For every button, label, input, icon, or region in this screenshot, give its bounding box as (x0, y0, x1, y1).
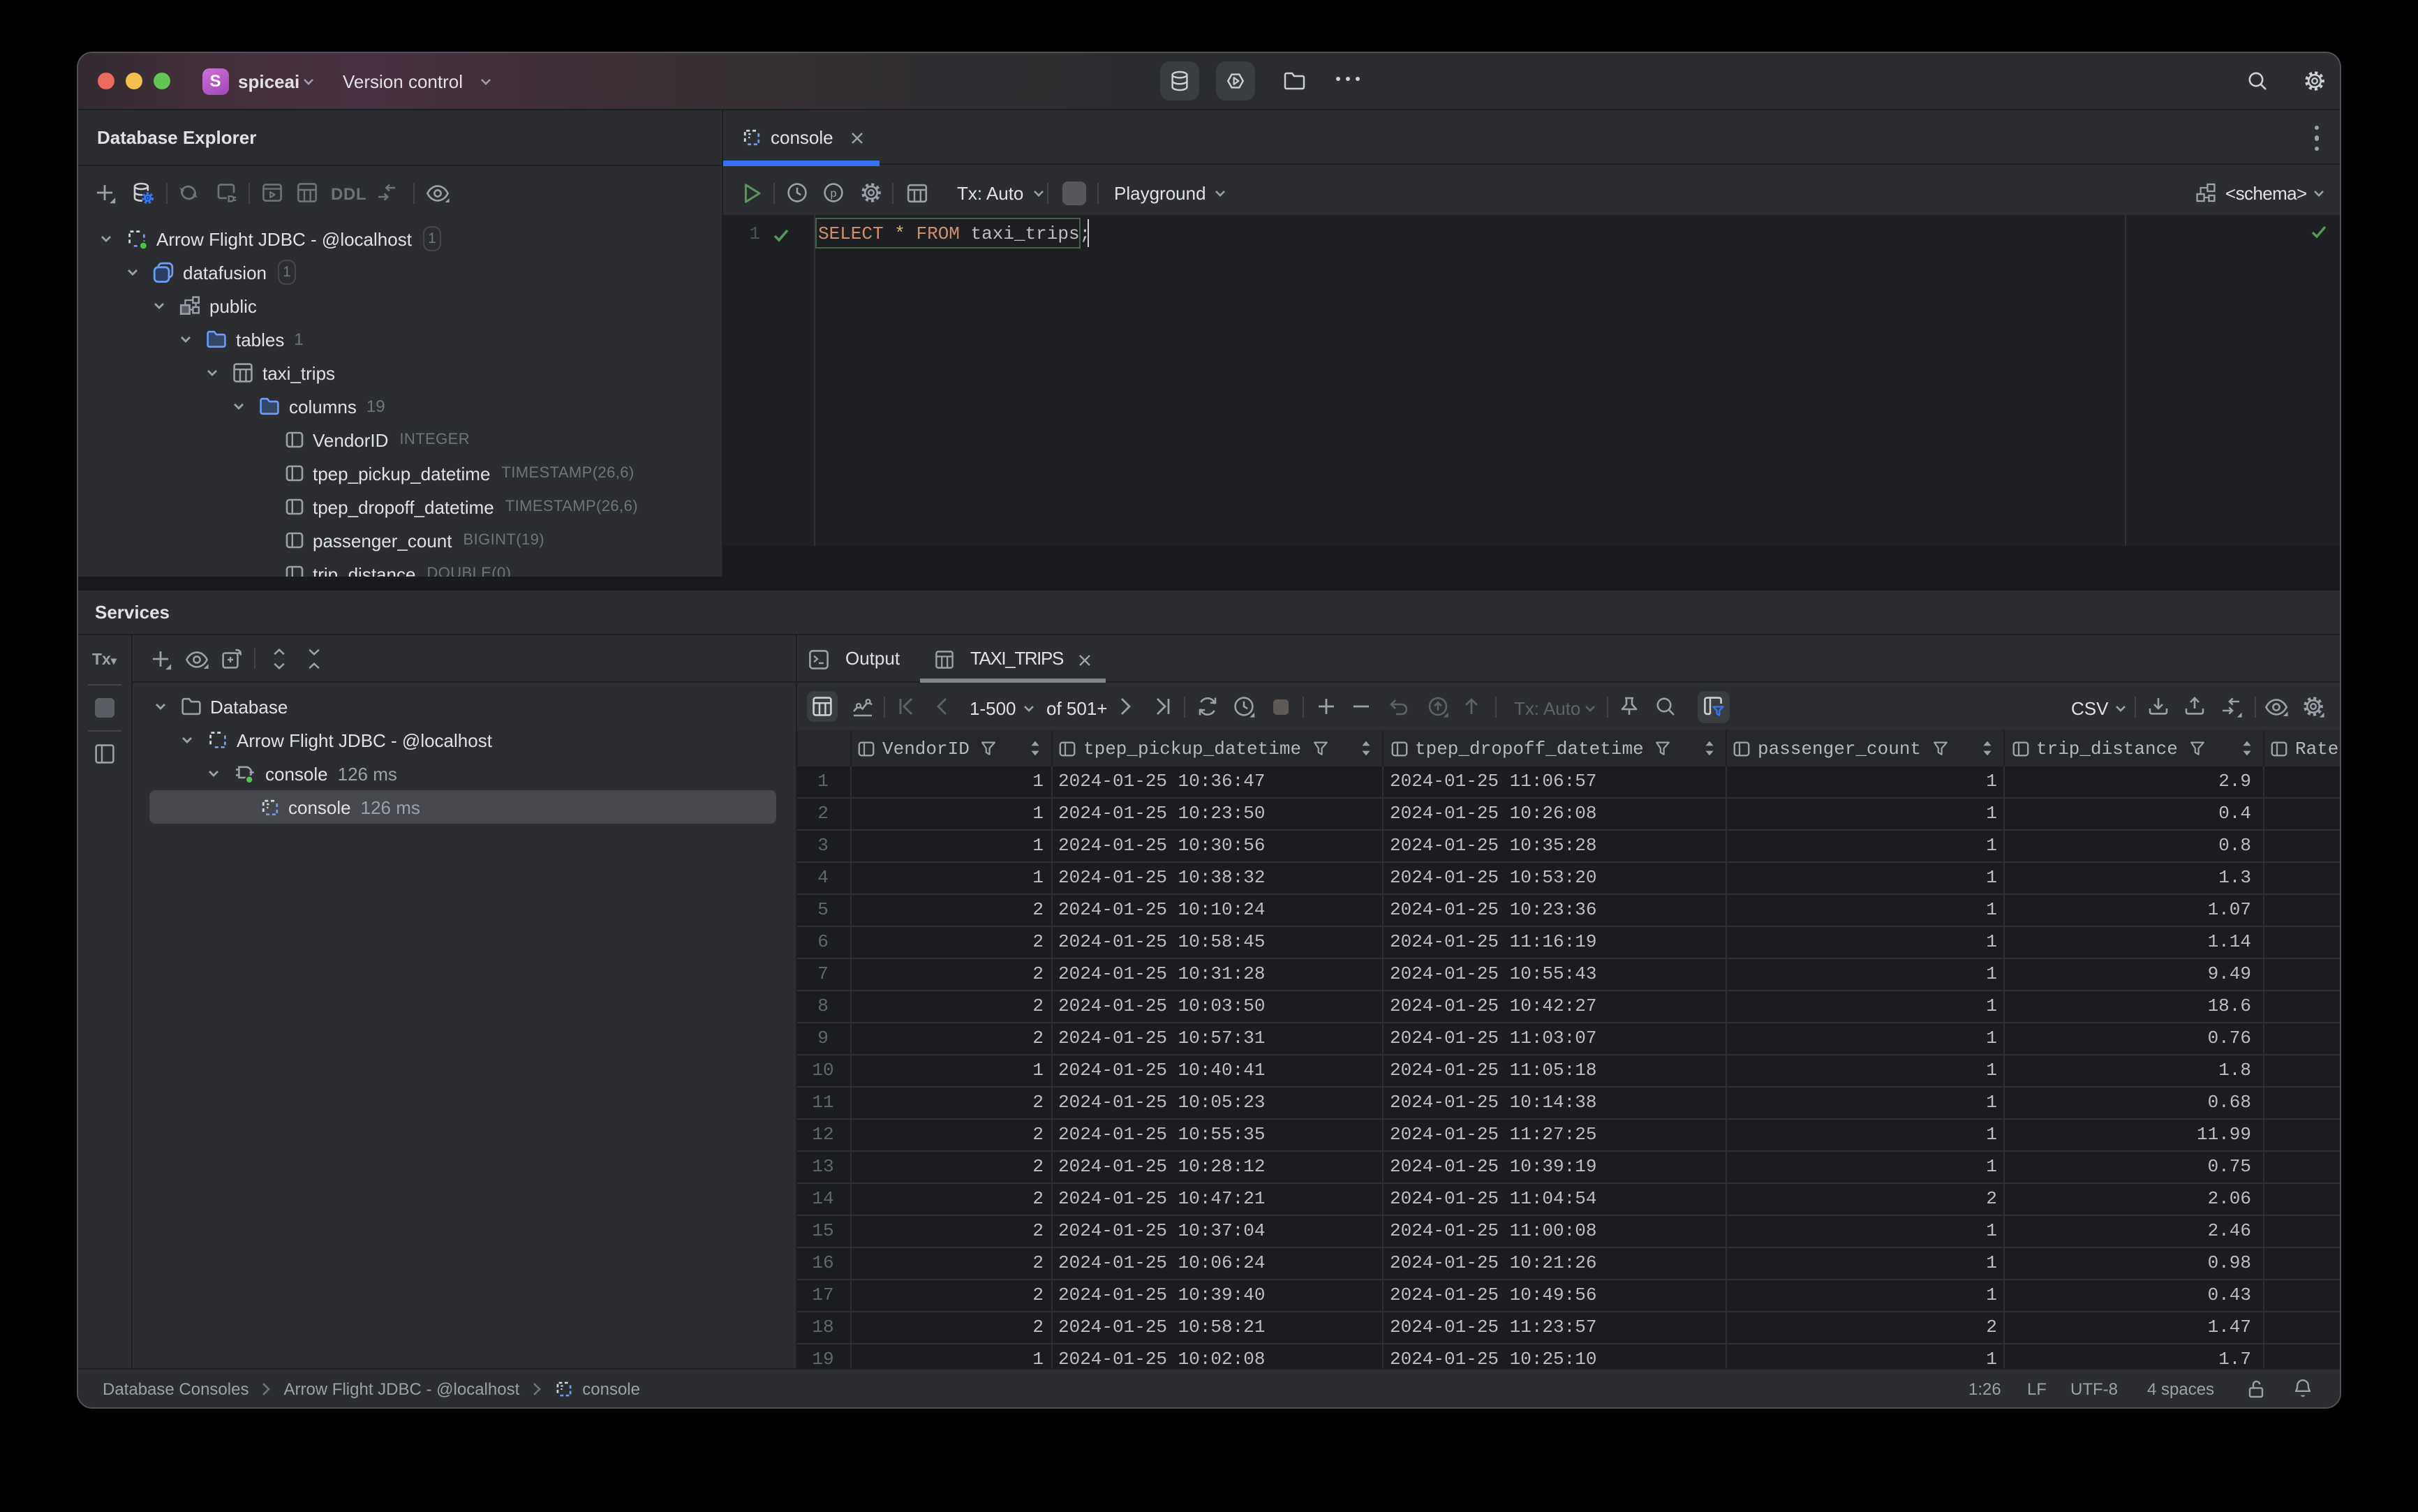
svg-text:p: p (831, 188, 837, 200)
